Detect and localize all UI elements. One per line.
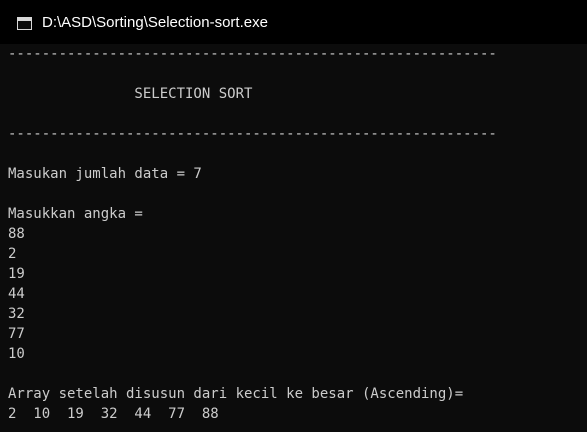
console-line: Masukan jumlah data = 7 — [8, 166, 202, 182]
console-line: 88 — [8, 226, 25, 242]
console-line: 10 — [8, 346, 25, 362]
console-window-icon — [17, 17, 32, 30]
console-line: Array setelah disusun dari kecil ke besa… — [8, 386, 464, 402]
console-window: D:\ASD\Sorting\Selection-sort.exe ------… — [0, 0, 587, 432]
window-title: D:\ASD\Sorting\Selection-sort.exe — [42, 14, 268, 31]
console-output[interactable]: ----------------------------------------… — [0, 44, 587, 432]
console-line: 2 10 19 32 44 77 88 — [8, 406, 219, 422]
title-bar[interactable]: D:\ASD\Sorting\Selection-sort.exe — [0, 0, 587, 44]
console-line: ----------------------------------------… — [8, 46, 497, 62]
console-line: Masukkan angka = — [8, 206, 143, 222]
console-line: 44 — [8, 286, 25, 302]
console-line: 2 — [8, 246, 17, 262]
console-line: ----------------------------------------… — [8, 126, 497, 142]
console-line: 77 — [8, 326, 25, 342]
console-line: 32 — [8, 306, 25, 322]
console-line: 19 — [8, 266, 25, 282]
console-line: SELECTION SORT — [8, 86, 253, 102]
